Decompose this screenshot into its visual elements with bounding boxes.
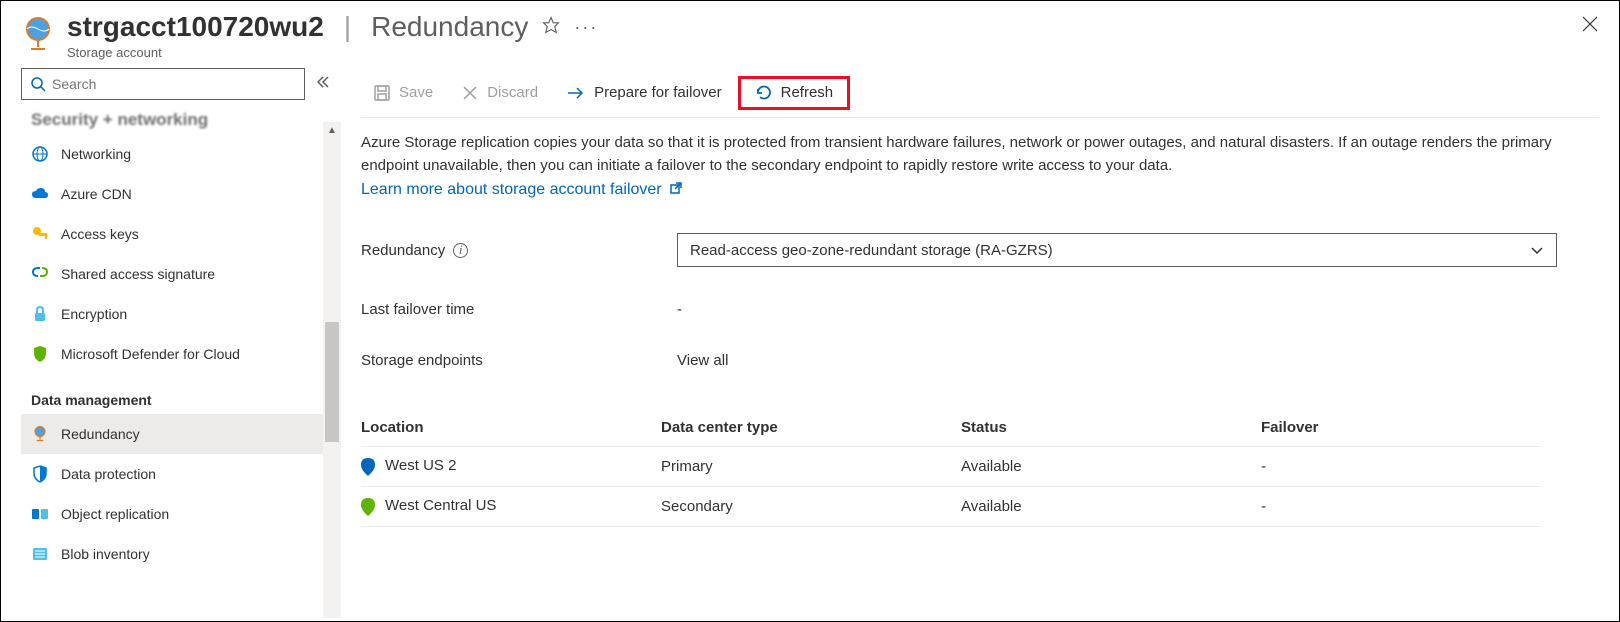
th-failover: Failover bbox=[1261, 419, 1541, 436]
cell-location: West Central US bbox=[385, 497, 496, 514]
collapse-sidebar-icon[interactable] bbox=[315, 74, 331, 95]
lock-icon bbox=[31, 305, 49, 323]
network-icon bbox=[31, 145, 49, 163]
sidebar-section-truncated: Security + networking bbox=[21, 110, 341, 134]
replication-icon bbox=[31, 505, 49, 523]
table-row: West US 2 Primary Available - bbox=[361, 447, 1541, 487]
favorite-star-icon[interactable] bbox=[542, 16, 560, 39]
sidebar-item-defender[interactable]: Microsoft Defender for Cloud bbox=[21, 334, 341, 374]
sidebar-item-label: Redundancy bbox=[61, 426, 140, 442]
sidebar-item-label: Access keys bbox=[61, 226, 139, 242]
external-link-icon bbox=[670, 181, 682, 198]
info-icon[interactable]: i bbox=[453, 243, 468, 258]
location-pin-icon bbox=[361, 458, 375, 476]
redundancy-label: Redundancy i bbox=[361, 242, 677, 259]
sidebar-item-azure-cdn[interactable]: Azure CDN bbox=[21, 174, 341, 214]
redundancy-select[interactable]: Read-access geo-zone-redundant storage (… bbox=[677, 233, 1557, 267]
resource-type-subtitle: Storage account bbox=[67, 45, 1599, 60]
cell-location: West US 2 bbox=[385, 457, 456, 474]
page-header: strgacct100720wu2 | Redundancy ··· Stora… bbox=[1, 1, 1619, 68]
last-failover-value: - bbox=[677, 301, 682, 318]
select-value: Read-access geo-zone-redundant storage (… bbox=[690, 242, 1053, 259]
sidebar-item-label: Object replication bbox=[61, 506, 169, 522]
cell-failover: - bbox=[1261, 498, 1541, 515]
main-content: Save Discard Prepare for failover Refres… bbox=[341, 68, 1619, 618]
globe-stand-icon bbox=[21, 15, 55, 49]
table-row: West Central US Secondary Available - bbox=[361, 487, 1541, 527]
sidebar-item-label: Encryption bbox=[61, 306, 127, 322]
protection-icon bbox=[31, 465, 49, 483]
cell-status: Available bbox=[961, 498, 1261, 515]
sidebar-item-networking[interactable]: Networking bbox=[21, 134, 341, 174]
cell-failover: - bbox=[1261, 458, 1541, 475]
page-name: Redundancy bbox=[371, 11, 528, 43]
cloud-icon bbox=[31, 185, 49, 203]
cell-status: Available bbox=[961, 458, 1261, 475]
save-icon bbox=[373, 84, 391, 102]
th-status: Status bbox=[961, 419, 1261, 436]
description-text: Azure Storage replication copies your da… bbox=[361, 118, 1599, 181]
sidebar-item-label: Shared access signature bbox=[61, 266, 215, 282]
title-separator: | bbox=[344, 11, 351, 43]
last-failover-label: Last failover time bbox=[361, 301, 677, 318]
chevron-down-icon bbox=[1530, 243, 1544, 257]
refresh-button[interactable]: Refresh bbox=[738, 76, 851, 110]
command-bar: Save Discard Prepare for failover Refres… bbox=[361, 68, 1599, 118]
search-icon bbox=[30, 76, 46, 92]
view-all-endpoints-link[interactable]: View all bbox=[677, 352, 728, 369]
sidebar-section-data-management: Data management bbox=[21, 374, 341, 414]
search-field[interactable] bbox=[52, 76, 296, 92]
key-icon bbox=[31, 225, 49, 243]
cell-dctype: Primary bbox=[661, 458, 961, 475]
search-input[interactable] bbox=[21, 68, 305, 100]
location-pin-icon bbox=[361, 498, 375, 516]
shield-icon bbox=[31, 345, 49, 363]
sidebar-item-data-protection[interactable]: Data protection bbox=[21, 454, 341, 494]
scroll-thumb[interactable] bbox=[325, 322, 339, 442]
sidebar-scrollbar[interactable]: ▲ bbox=[323, 122, 341, 618]
sidebar-item-label: Azure CDN bbox=[61, 186, 132, 202]
prepare-failover-button[interactable]: Prepare for failover bbox=[554, 78, 734, 108]
storage-endpoints-label: Storage endpoints bbox=[361, 352, 677, 369]
resource-name: strgacct100720wu2 bbox=[67, 11, 324, 43]
sidebar-item-label: Networking bbox=[61, 146, 131, 162]
sidebar-item-access-keys[interactable]: Access keys bbox=[21, 214, 341, 254]
th-dctype: Data center type bbox=[661, 419, 961, 436]
arrow-right-icon bbox=[566, 84, 586, 102]
more-icon[interactable]: ··· bbox=[574, 17, 598, 38]
sidebar-item-object-replication[interactable]: Object replication bbox=[21, 494, 341, 534]
learn-more-link[interactable]: Learn more about storage account failove… bbox=[361, 181, 662, 198]
scroll-up-icon[interactable]: ▲ bbox=[323, 122, 341, 138]
locations-table: Location Data center type Status Failove… bbox=[361, 419, 1541, 527]
cell-dctype: Secondary bbox=[661, 498, 961, 515]
link-icon bbox=[31, 265, 49, 283]
sidebar-item-label: Data protection bbox=[61, 466, 156, 482]
refresh-icon bbox=[755, 84, 773, 102]
close-icon[interactable] bbox=[1581, 15, 1599, 38]
th-location: Location bbox=[361, 419, 661, 436]
sidebar-nav: Security + networking Networking Azure C… bbox=[21, 110, 341, 618]
discard-button[interactable]: Discard bbox=[449, 78, 550, 108]
globe-icon bbox=[31, 425, 49, 443]
sidebar-item-blob-inventory[interactable]: Blob inventory bbox=[21, 534, 341, 574]
sidebar-item-sas[interactable]: Shared access signature bbox=[21, 254, 341, 294]
sidebar-item-label: Blob inventory bbox=[61, 546, 150, 562]
sidebar: Security + networking Networking Azure C… bbox=[1, 68, 341, 618]
sidebar-item-redundancy[interactable]: Redundancy bbox=[21, 414, 341, 454]
save-button[interactable]: Save bbox=[361, 78, 445, 108]
sidebar-item-encryption[interactable]: Encryption bbox=[21, 294, 341, 334]
inventory-icon bbox=[31, 545, 49, 563]
sidebar-item-label: Microsoft Defender for Cloud bbox=[61, 346, 240, 362]
discard-icon bbox=[461, 84, 479, 102]
